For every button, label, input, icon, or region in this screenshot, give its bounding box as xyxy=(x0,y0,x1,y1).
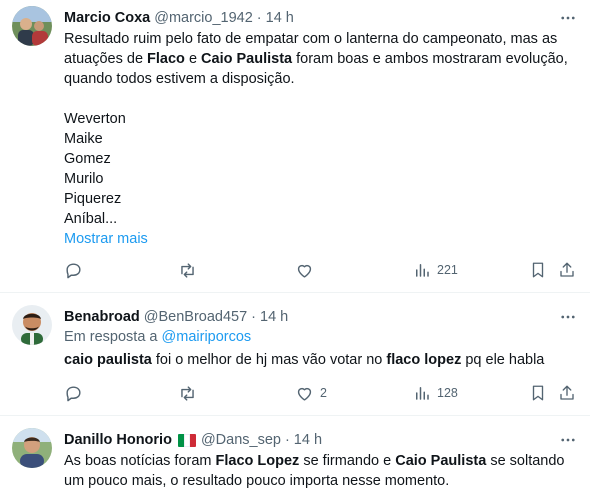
separator-dot: · xyxy=(251,309,256,325)
share-button[interactable] xyxy=(558,383,576,403)
author-handle[interactable]: @BenBroad457 xyxy=(144,307,247,327)
action-bar: 221 xyxy=(64,260,578,280)
avatar[interactable] xyxy=(12,305,52,345)
text-segment: e xyxy=(184,51,202,67)
reply-icon xyxy=(66,262,81,278)
like-count: 2 xyxy=(320,386,327,400)
avatar-image xyxy=(12,305,52,345)
show-more-link[interactable]: Mostrar mais xyxy=(64,229,578,249)
action-bar: 2 128 xyxy=(64,383,578,403)
text-segment: pq ele habla xyxy=(461,352,545,368)
share-icon xyxy=(560,262,574,277)
views-icon xyxy=(416,387,429,400)
text-segment: se firmando e xyxy=(299,453,396,469)
list-line: Aníbal... xyxy=(64,211,118,227)
reply-context: Em resposta a @mairiporcos xyxy=(64,327,578,347)
list-line: Piquerez xyxy=(64,191,122,207)
heart-icon xyxy=(297,387,312,401)
list-line: Murilo xyxy=(64,171,104,187)
tweet-text: Resultado ruim pelo fato de empatar com … xyxy=(64,29,578,89)
bookmark-icon xyxy=(532,385,544,401)
more-icon[interactable] xyxy=(558,307,578,327)
tweet[interactable]: Marcio Coxa @marcio_1942 · 14 h Resultad… xyxy=(0,0,590,293)
tweet-time[interactable]: 14 h xyxy=(294,430,322,450)
reply-prefix: Em resposta a xyxy=(64,329,158,345)
reply-handle-link[interactable]: @mairiporcos xyxy=(162,329,252,345)
retweet-button[interactable] xyxy=(178,383,197,403)
avatar[interactable] xyxy=(12,6,52,46)
italy-flag-icon xyxy=(177,433,196,447)
text-segment: foi o melhor de hj mas vão votar no xyxy=(151,352,387,368)
author-name[interactable]: Marcio Coxa xyxy=(64,8,150,28)
like-button[interactable]: 2 xyxy=(295,383,327,403)
tweet-time[interactable]: 14 h xyxy=(266,8,294,28)
more-icon[interactable] xyxy=(558,8,578,28)
author-name[interactable]: Benabroad xyxy=(64,307,140,327)
text-bold: caio paulista xyxy=(64,352,152,368)
bookmark-button[interactable] xyxy=(529,260,547,280)
retweet-icon xyxy=(181,262,194,278)
avatar-image xyxy=(12,428,52,468)
views-icon xyxy=(416,264,429,277)
author-handle[interactable]: @marcio_1942 xyxy=(154,8,253,28)
text-bold: Flaco Lopez xyxy=(215,453,300,469)
list-line: Gomez xyxy=(64,151,111,167)
retweet-icon xyxy=(181,385,194,401)
bookmark-button[interactable] xyxy=(529,383,547,403)
avatar-image xyxy=(12,6,52,46)
views-button[interactable]: 221 xyxy=(413,260,458,280)
views-button[interactable]: 128 xyxy=(413,383,458,403)
tweet-text: caio paulista foi o melhor de hj mas vão… xyxy=(64,350,578,370)
tweet-text: As boas notícias foram Flaco Lopez se fi… xyxy=(64,451,578,491)
author-handle[interactable]: @Dans_sep xyxy=(201,430,281,450)
share-button[interactable] xyxy=(558,260,576,280)
text-bold: Flaco xyxy=(147,51,185,67)
retweet-button[interactable] xyxy=(178,260,197,280)
separator-dot: · xyxy=(284,432,290,448)
views-count: 221 xyxy=(437,263,458,277)
tweet-time[interactable]: 14 h xyxy=(260,307,288,327)
separator-dot: · xyxy=(256,10,262,26)
tweet[interactable]: Danillo Honorio @Dans_sep · 14 h As boas… xyxy=(0,416,590,492)
like-button[interactable] xyxy=(295,260,320,280)
reply-button[interactable] xyxy=(64,260,83,280)
tweet[interactable]: Benabroad @BenBroad457 · 14 h Em respost… xyxy=(0,293,590,416)
reply-button[interactable] xyxy=(64,383,83,403)
heart-icon xyxy=(297,264,312,278)
list-line: Maike xyxy=(64,131,103,147)
text-bold: Caio Paulista xyxy=(395,453,487,469)
avatar[interactable] xyxy=(12,428,52,468)
share-icon xyxy=(560,385,574,400)
reply-icon xyxy=(66,385,81,401)
list-line: Weverton xyxy=(64,111,126,127)
more-icon[interactable] xyxy=(558,430,578,450)
text-bold: Caio Paulista xyxy=(201,51,293,67)
views-count: 128 xyxy=(437,386,458,400)
author-name[interactable]: Danillo Honorio xyxy=(64,430,172,450)
text-segment: As boas notícias foram xyxy=(64,453,216,469)
text-bold: flaco lopez xyxy=(386,352,462,368)
bookmark-icon xyxy=(532,262,544,278)
player-list: Weverton Maike Gomez Murilo Piquerez Aní… xyxy=(64,109,578,229)
